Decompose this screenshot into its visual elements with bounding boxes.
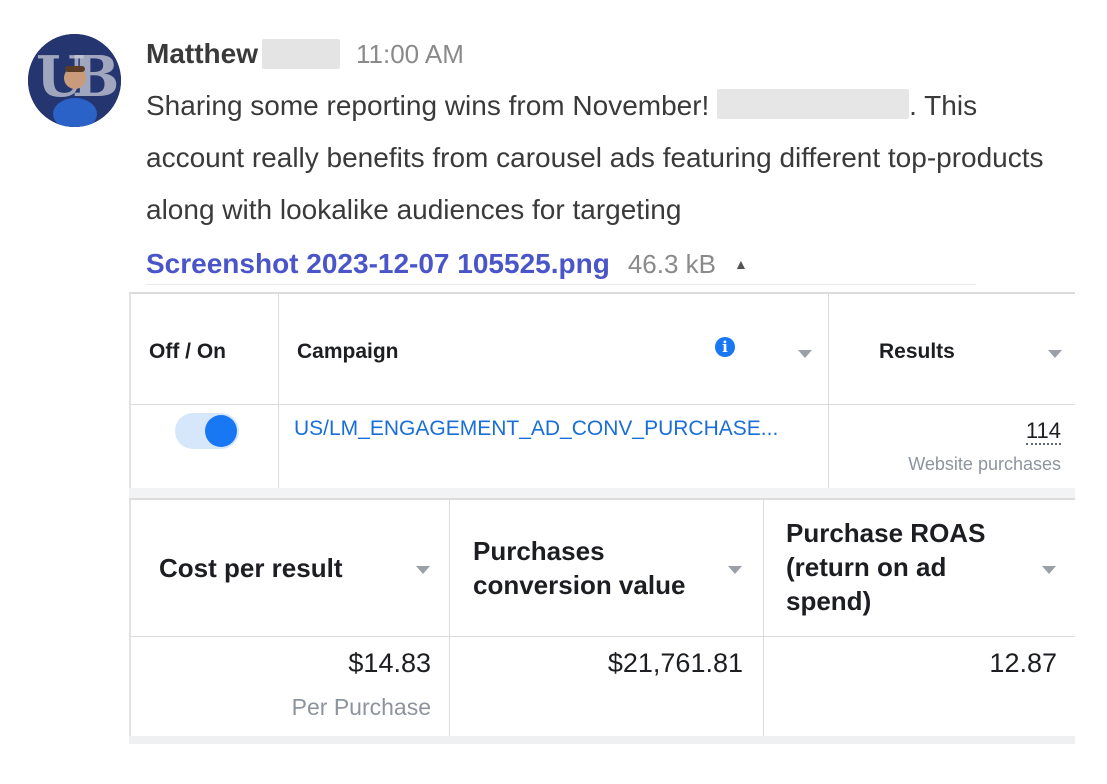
toggle-knob bbox=[205, 415, 237, 447]
roas-value: 12.87 bbox=[989, 648, 1057, 678]
header-line: Purchase ROAS bbox=[786, 518, 986, 548]
ads-table-bottom: Cost per result Purchases conversion val… bbox=[129, 498, 1075, 744]
attachment-size: 46.3 kB bbox=[627, 248, 716, 279]
attachment-header: Screenshot 2023-12-07 105525.png 46.3 kB… bbox=[146, 244, 748, 284]
conversion-value: $21,761.81 bbox=[607, 648, 743, 678]
header-line: spend) bbox=[786, 586, 872, 616]
header-cost-per-result[interactable]: Cost per result bbox=[159, 551, 343, 585]
attachment-filename-link[interactable]: Screenshot 2023-12-07 105525.png bbox=[146, 248, 610, 280]
message-timestamp[interactable]: 11:00 AM bbox=[356, 39, 464, 70]
header-line: Purchases bbox=[473, 536, 605, 566]
sort-caret-icon[interactable] bbox=[728, 566, 742, 574]
column-divider bbox=[278, 294, 279, 488]
header-divider bbox=[131, 636, 1075, 637]
avatar[interactable]: U B bbox=[28, 34, 121, 127]
header-divider bbox=[131, 404, 1075, 405]
attachment-divider bbox=[146, 284, 976, 285]
message-body: Sharing some reporting wins from Novembe… bbox=[146, 80, 1076, 236]
cost-per-result-label: Per Purchase bbox=[291, 694, 431, 720]
message-header: Matthew 11:00 AM bbox=[146, 34, 464, 74]
sort-caret-icon[interactable] bbox=[1042, 566, 1056, 574]
ads-table-top: Off / On Campaign Results US/LM_ENGAGEME… bbox=[129, 292, 1075, 488]
attachment-image[interactable]: Off / On Campaign Results US/LM_ENGAGEME… bbox=[129, 292, 1075, 744]
sort-caret-icon[interactable] bbox=[416, 566, 430, 574]
redacted-surname bbox=[262, 39, 340, 69]
column-divider bbox=[763, 500, 764, 744]
results-label: Website purchases bbox=[908, 454, 1061, 474]
panel-gap bbox=[129, 488, 1075, 498]
column-divider bbox=[449, 500, 450, 744]
info-icon[interactable]: i bbox=[715, 337, 735, 357]
campaign-name-link[interactable]: US/LM_ENGAGEMENT_AD_CONV_PURCHASE... bbox=[294, 417, 778, 441]
header-purchases-conversion-value[interactable]: Purchases conversion value bbox=[473, 534, 685, 602]
caret-up-icon[interactable]: ▲ bbox=[734, 256, 748, 272]
sort-caret-icon[interactable] bbox=[798, 350, 812, 358]
panel-bottom-edge bbox=[129, 736, 1075, 744]
redacted-text bbox=[717, 89, 910, 119]
avatar-photo-icon: U B bbox=[28, 34, 121, 127]
header-results[interactable]: Results bbox=[879, 340, 955, 364]
header-campaign[interactable]: Campaign bbox=[297, 340, 399, 364]
results-value[interactable]: 114 bbox=[1025, 418, 1061, 445]
message-text-start: Sharing some reporting wins from Novembe… bbox=[146, 90, 718, 121]
cost-per-result-value: $14.83 bbox=[348, 648, 431, 678]
header-line: conversion value bbox=[473, 570, 686, 600]
campaign-toggle[interactable] bbox=[175, 413, 239, 449]
header-purchase-roas[interactable]: Purchase ROAS (return on ad spend) bbox=[786, 516, 985, 618]
sort-caret-icon[interactable] bbox=[1048, 350, 1062, 358]
sender-name[interactable]: Matthew bbox=[146, 38, 258, 70]
header-line: (return on ad bbox=[786, 552, 947, 582]
column-divider bbox=[828, 294, 829, 488]
header-off-on: Off / On bbox=[149, 340, 226, 363]
